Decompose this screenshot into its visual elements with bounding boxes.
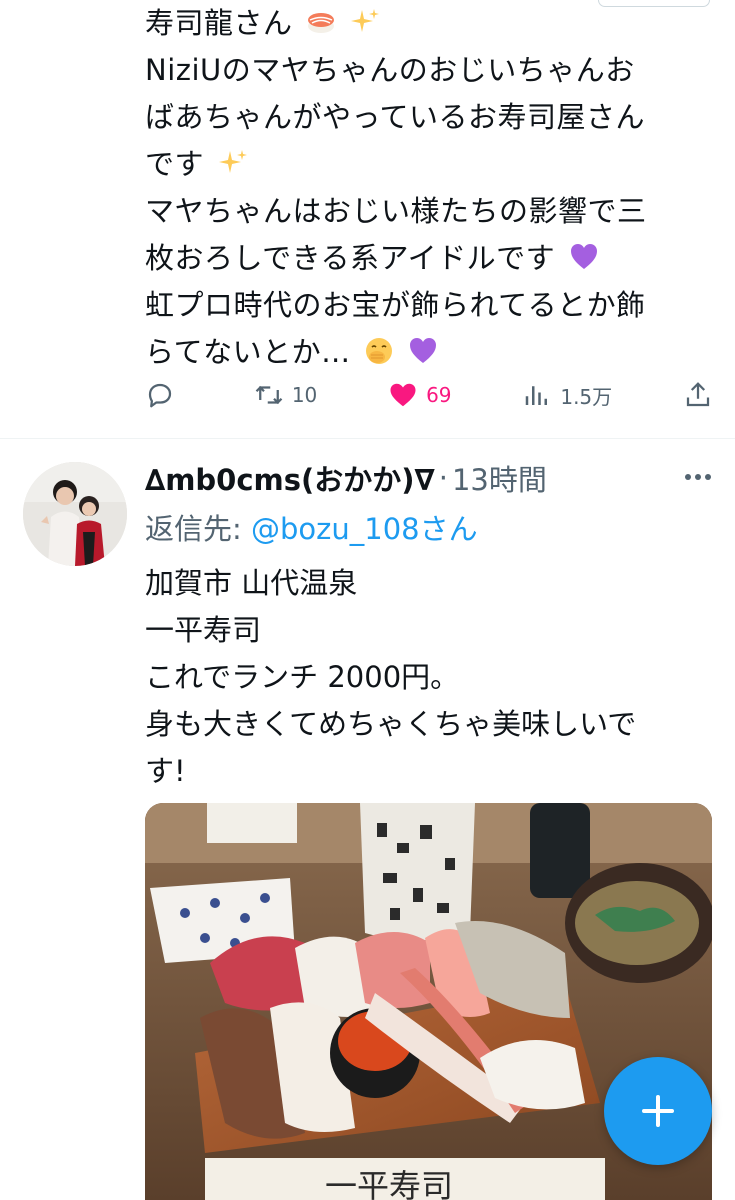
tweet-line: これでランチ 2000円。 [145,660,460,694]
compose-button[interactable] [604,1057,712,1165]
tweet-text: 寿司龍さん NiziUのマヤちゃんのおじいちゃんお ばあちゃんがやっているお寿司… [145,0,720,376]
tweet-line: す! [145,754,186,788]
reply-handle-link[interactable]: @bozu_108さん [251,512,478,546]
tweet-line: 枚おろしできる系アイドルです [145,235,720,282]
photo-sign-text: 一平寿司 [325,1167,453,1200]
purple-heart-emoji [410,338,437,363]
like-button[interactable]: 69 [388,380,452,410]
tweet-divider [0,438,735,439]
separator: · [438,461,448,495]
tweet-text: 加賀市 山代温泉 一平寿司 これでランチ 2000円。 身も大きくてめちゃくちゃ… [145,560,715,795]
share-icon [686,382,710,407]
tweet-header: ∆mb0cms(おかか)∇ · 13時間 [145,458,547,498]
tweet-line: ばあちゃんがやっているお寿司屋さん [145,100,646,134]
more-icon[interactable] [682,463,714,491]
tweet-line: NiziUのマヤちゃんのおじいちゃんお [145,53,635,87]
retweet-icon [255,385,283,405]
tweet-line: 虹プロ時代のお宝が飾られてるとか飾 [145,288,646,322]
tweet-actions: 10 69 1.5万 [145,372,713,418]
timestamp[interactable]: 13時間 [452,457,547,499]
reply-context: 返信先: @bozu_108さん [145,512,478,546]
sushi-emoji [308,13,335,33]
share-button[interactable] [683,380,713,410]
views-button[interactable]: 1.5万 [522,380,612,410]
avatar-photo [23,462,127,566]
tweet-line: らてないとか… [145,329,720,376]
tweet-line: 寿司龍さん [145,0,720,47]
sparkles-emoji [218,150,247,173]
analytics-icon [526,386,548,405]
purple-heart-emoji [570,244,597,269]
sparkles-emoji [350,9,379,32]
avatar[interactable] [23,462,127,566]
plus-icon [642,1095,674,1127]
tweet-line: マヤちゃんはおじい様たちの影響で三 [145,194,647,228]
tweet-line: 身も大きくてめちゃくちゃ美味しいで [145,707,637,741]
face-with-hand-over-mouth-emoji [366,338,393,364]
reply-button[interactable] [145,380,183,410]
tweet-line: です [145,141,720,188]
reply-icon [148,383,172,408]
tweet-line: 加賀市 山代温泉 [145,566,358,600]
tweet-line: 一平寿司 [145,613,262,647]
retweet-button[interactable]: 10 [254,380,317,410]
heart-icon [390,383,416,407]
author-name[interactable]: ∆mb0cms(おかか)∇ [145,457,435,499]
